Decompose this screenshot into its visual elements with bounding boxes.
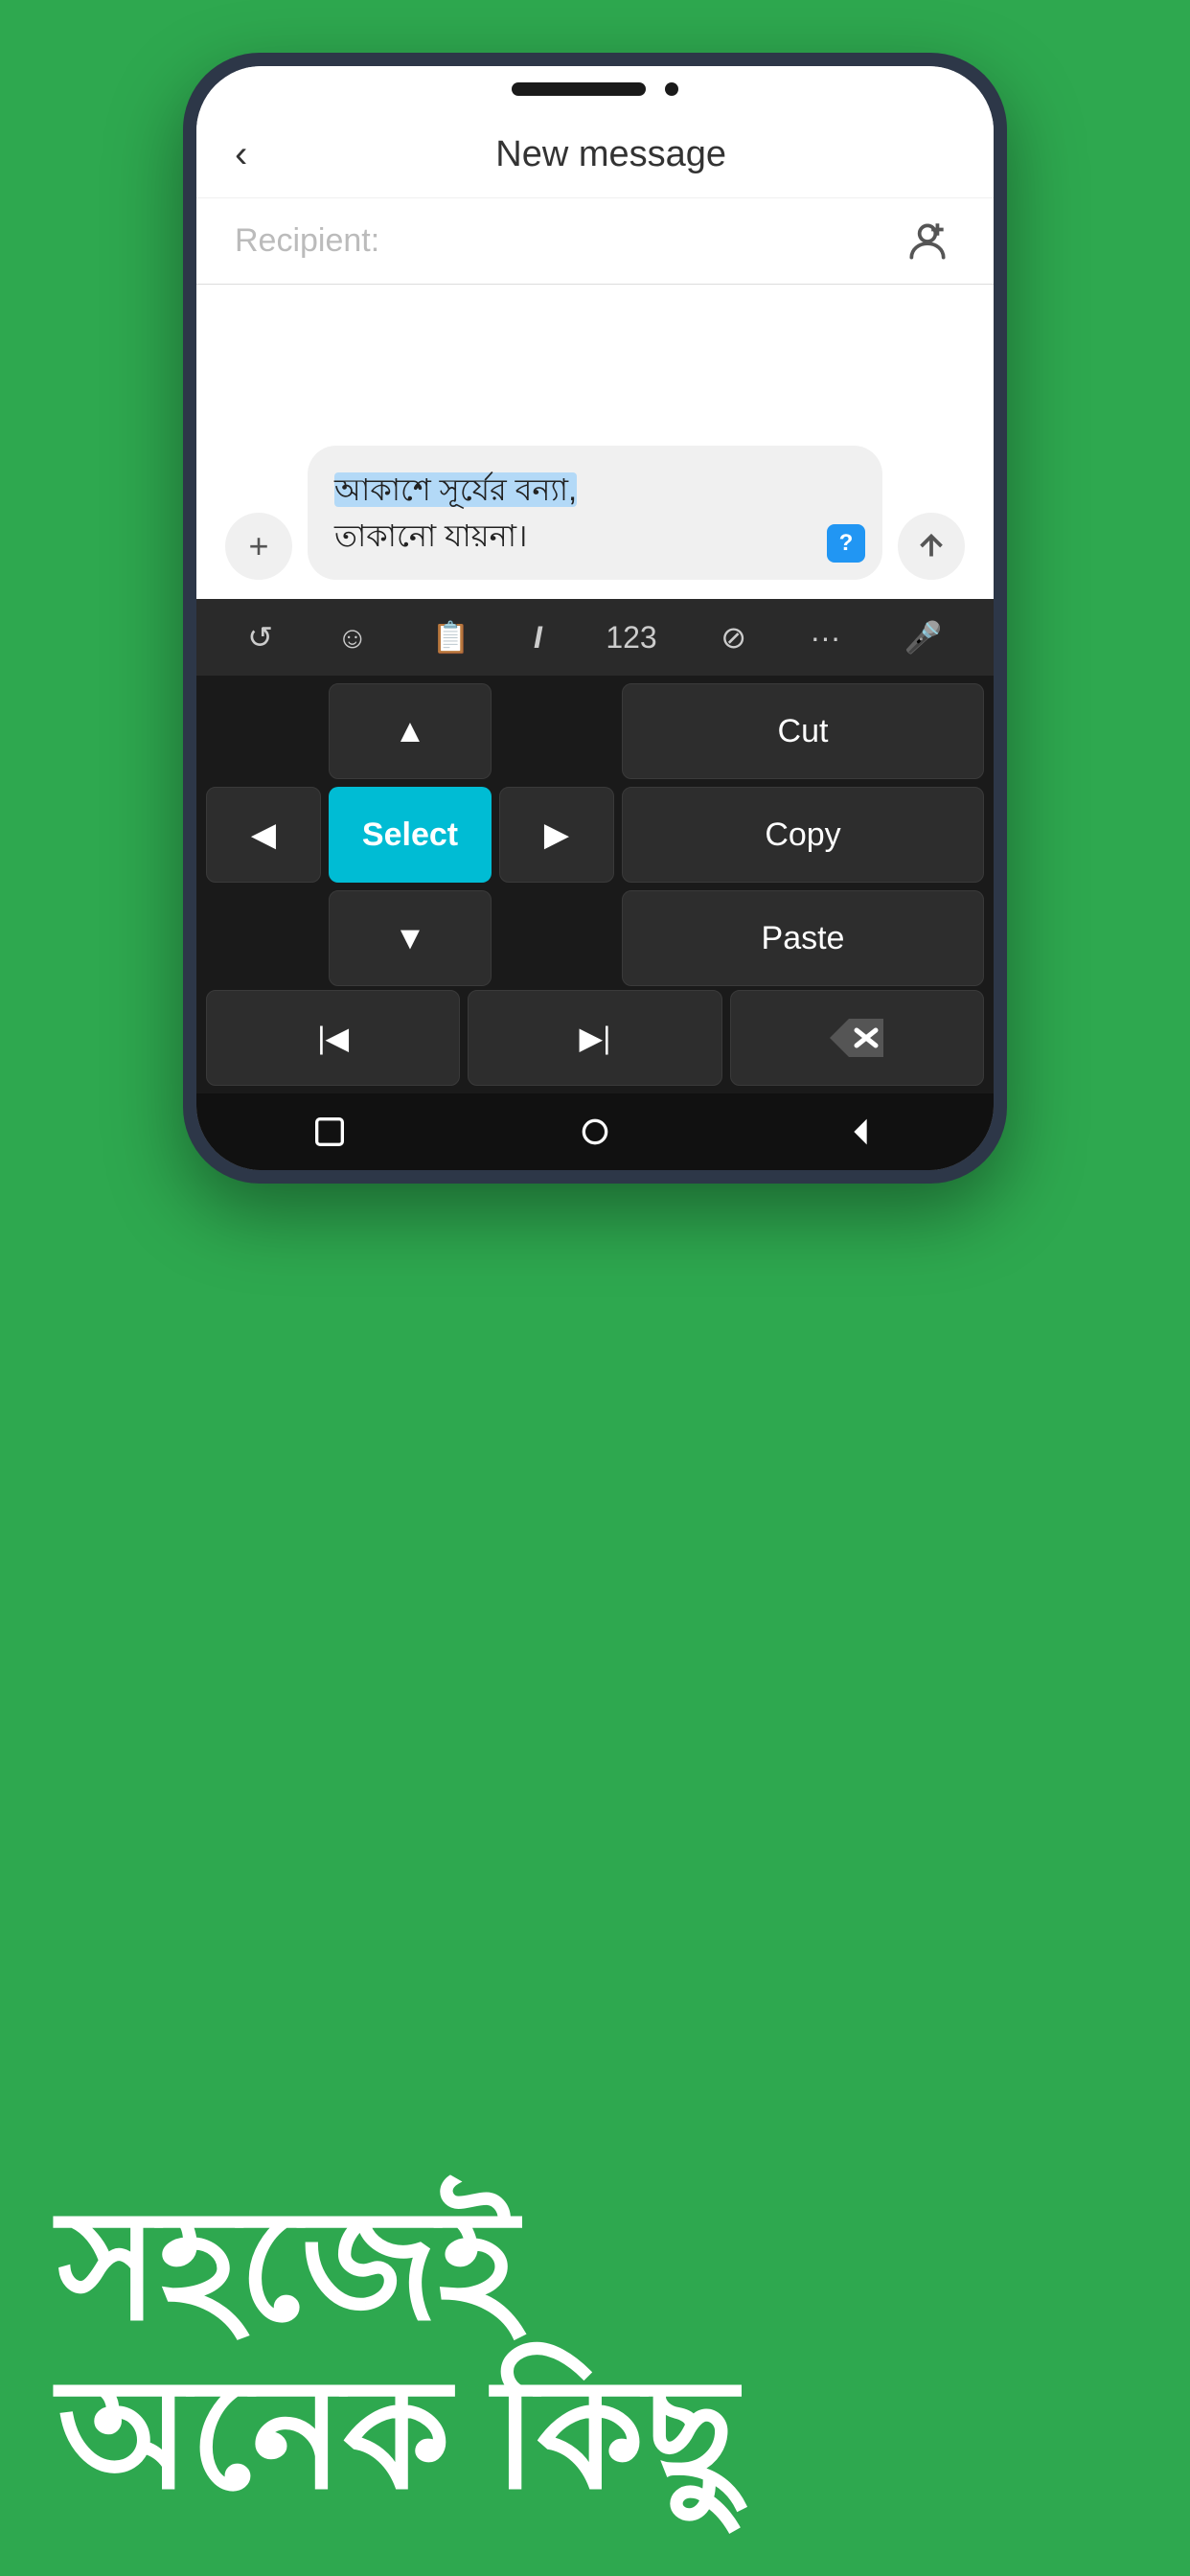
send-button[interactable]: [898, 513, 965, 580]
italic-icon[interactable]: I: [534, 620, 542, 656]
paste-button[interactable]: Paste: [622, 890, 984, 986]
undo-icon[interactable]: ↺: [247, 619, 273, 656]
end-button[interactable]: ▶|: [468, 990, 721, 1086]
keyboard-bottom-row: |◀ ▶|: [196, 990, 994, 1093]
numbers-icon[interactable]: 123: [606, 620, 656, 656]
emoji-icon[interactable]: ☺: [337, 620, 369, 656]
phone-screen: ‹ New message Recipient: +: [196, 66, 994, 1170]
bottom-tagline: সহজেই অনেক কিছু: [57, 2181, 737, 2518]
circle-nav-button[interactable]: [568, 1105, 622, 1159]
empty-cell-bl: [206, 890, 321, 986]
copy-button[interactable]: Copy: [622, 787, 984, 883]
notch-pill: [512, 82, 646, 96]
cut-button[interactable]: Cut: [622, 683, 984, 779]
nav-grid: ▲ Cut ◀ Select ▶ Copy ▼ Paste: [196, 676, 994, 990]
selected-text: আকাশে সূর্যের বন্যা,: [334, 472, 577, 507]
recipient-row[interactable]: Recipient:: [196, 198, 994, 285]
message-bubble[interactable]: আকাশে সূর্যের বন্যা, তাকানো যায়না। ?: [308, 446, 882, 580]
tagline-line1: সহজেই: [57, 2181, 737, 2350]
message-text-line2: তাকানো যায়না।: [334, 518, 527, 553]
attach-button[interactable]: +: [225, 513, 292, 580]
system-nav-bar: [196, 1093, 994, 1170]
empty-cell-tr: [499, 683, 614, 779]
empty-cell-br: [499, 890, 614, 986]
home-button[interactable]: |◀: [206, 990, 460, 1086]
square-nav-button[interactable]: [303, 1105, 356, 1159]
app-header: ‹ New message: [196, 112, 994, 198]
mic-icon[interactable]: 🎤: [904, 619, 943, 656]
contact-picker-icon[interactable]: [900, 214, 955, 269]
recipient-placeholder: Recipient:: [235, 222, 900, 260]
notch-dot: [665, 82, 678, 96]
theme-icon[interactable]: ⊘: [721, 619, 746, 656]
left-button[interactable]: ◀: [206, 787, 321, 883]
keyboard: ↺ ☺ 📋 I 123 ⊘ ··· 🎤 ▲ Cut: [196, 599, 994, 1170]
more-icon[interactable]: ···: [810, 620, 840, 656]
back-nav-button[interactable]: [834, 1105, 887, 1159]
phone-device: ‹ New message Recipient: +: [183, 53, 1007, 1184]
tagline-line2: অনেক কিছু: [57, 2350, 737, 2518]
status-bar: [196, 66, 994, 112]
right-button[interactable]: ▶: [499, 787, 614, 883]
clipboard-icon[interactable]: 📋: [432, 619, 470, 656]
select-button[interactable]: Select: [329, 787, 492, 883]
up-button[interactable]: ▲: [329, 683, 492, 779]
phone-frame: ‹ New message Recipient: +: [183, 53, 1007, 1184]
backspace-button[interactable]: [730, 990, 984, 1086]
message-text: আকাশে সূর্যের বন্যা, তাকানো যায়না।: [334, 467, 856, 559]
page-title: New message: [266, 134, 955, 175]
message-row: + আকাশে সূর্যের বন্যা, তাকানো যায়না। ?: [225, 446, 965, 580]
question-badge: ?: [827, 524, 865, 563]
back-button[interactable]: ‹: [235, 133, 247, 176]
down-button[interactable]: ▼: [329, 890, 492, 986]
keyboard-toolbar: ↺ ☺ 📋 I 123 ⊘ ··· 🎤: [196, 599, 994, 676]
empty-cell-tl: [206, 683, 321, 779]
message-compose-area[interactable]: + আকাশে সূর্যের বন্যা, তাকানো যায়না। ?: [196, 285, 994, 599]
